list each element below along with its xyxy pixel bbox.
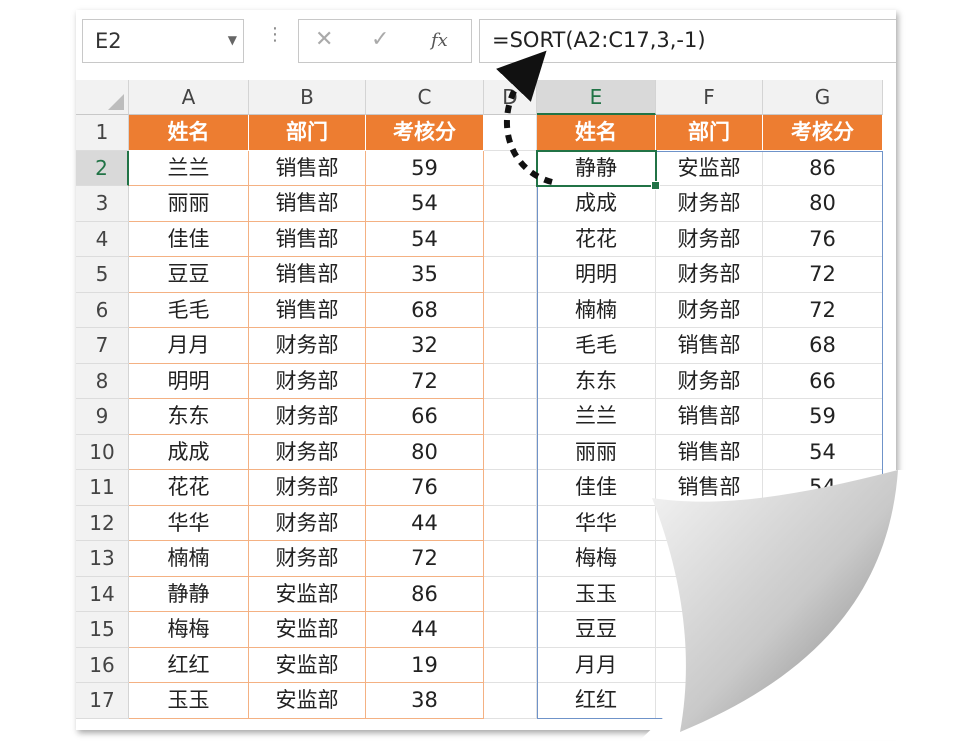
dotted-arrow bbox=[496, 50, 553, 185]
page-curl bbox=[640, 470, 920, 740]
